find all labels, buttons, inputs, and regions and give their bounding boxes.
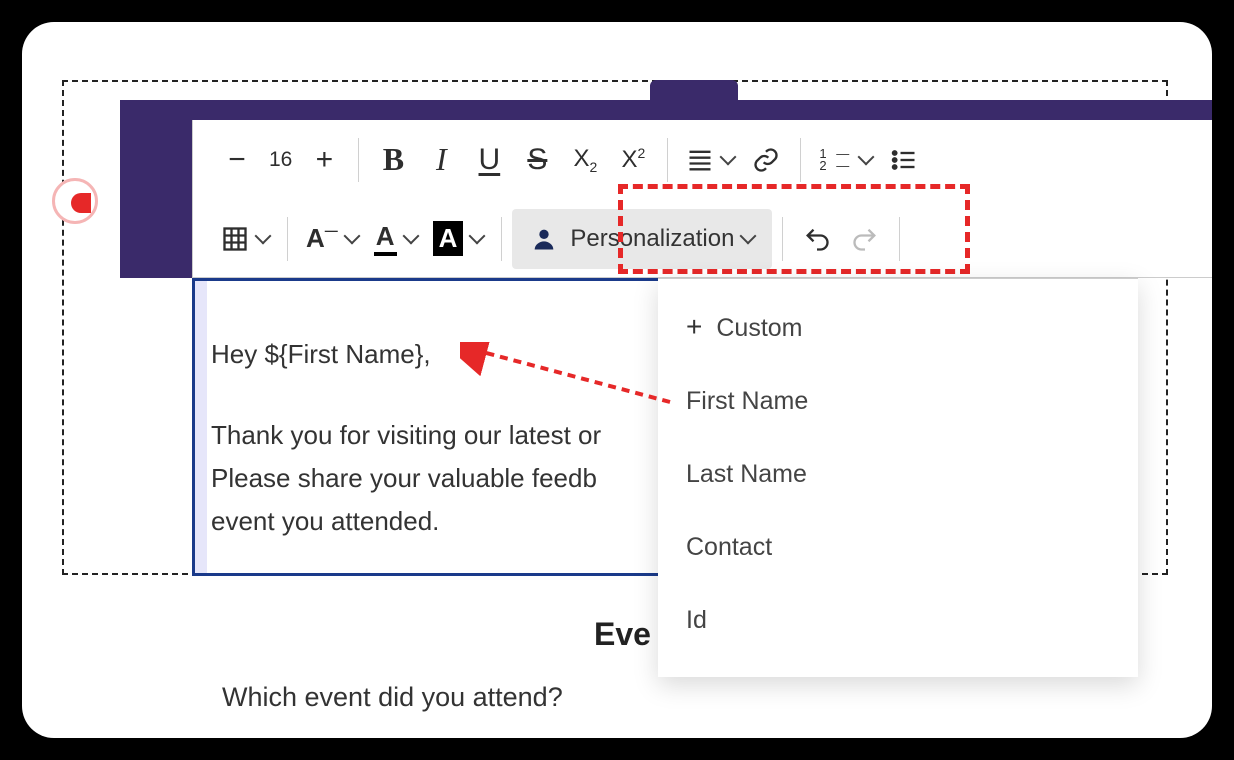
superscript-button[interactable]: X2 — [609, 134, 657, 186]
text-editor[interactable]: Hey ${First Name}, Thank you for visitin… — [192, 278, 670, 576]
toolbar-divider — [899, 217, 900, 261]
header-bar — [120, 100, 1212, 120]
editor-line: Hey ${First Name}, — [211, 333, 657, 376]
dropdown-item-first-name[interactable]: First Name — [658, 365, 1138, 438]
undo-icon — [803, 225, 831, 253]
personalization-label: Personalization — [570, 225, 734, 253]
link-button[interactable] — [742, 134, 790, 186]
strikethrough-button[interactable]: S — [513, 134, 561, 186]
editor-toolbar: − 16 + B I U S X2 X2 1 —2 — — [192, 120, 1212, 278]
underline-button[interactable]: U — [465, 134, 513, 186]
align-button[interactable] — [678, 134, 742, 186]
font-size-value[interactable]: 16 — [261, 134, 300, 186]
toolbar-divider — [782, 217, 783, 261]
toolbar-divider — [287, 217, 288, 261]
bg-color-button[interactable]: A — [425, 213, 492, 265]
tab-handle[interactable] — [650, 80, 738, 100]
question-text: Which event did you attend? — [222, 682, 563, 713]
editor-content[interactable]: Hey ${First Name}, Thank you for visitin… — [211, 333, 657, 543]
font-size-increase[interactable]: + — [300, 134, 348, 186]
personalization-dropdown: Custom First Name Last Name Contact Id — [658, 278, 1138, 677]
toolbar-row-2: A— A A Personalization — [193, 199, 1212, 278]
italic-button[interactable]: I — [417, 134, 465, 186]
ordered-list-icon: 1 —2 — — [819, 148, 852, 172]
toolbar-row-1: − 16 + B I U S X2 X2 1 —2 — — [193, 120, 1212, 199]
align-lines-icon — [686, 146, 714, 174]
personalization-button[interactable]: Personalization — [512, 209, 772, 269]
chevron-down-icon — [255, 227, 272, 244]
dropdown-item-custom[interactable]: Custom — [658, 289, 1138, 365]
chevron-down-icon — [469, 227, 486, 244]
recording-indicator — [52, 178, 98, 224]
editor-line: Please share your valuable feedb — [211, 457, 657, 500]
table-icon — [221, 225, 249, 253]
editor-line: event you attended. — [211, 500, 657, 543]
undo-button[interactable] — [793, 213, 841, 265]
section-heading: Eve — [594, 616, 651, 653]
dropdown-item-contact[interactable]: Contact — [658, 511, 1138, 584]
table-button[interactable] — [213, 213, 277, 265]
font-style-button[interactable]: A— — [298, 213, 366, 265]
chevron-down-icon — [858, 148, 875, 165]
link-icon — [752, 146, 780, 174]
toolbar-divider — [800, 138, 801, 182]
chevron-down-icon — [402, 227, 419, 244]
chevron-down-icon — [740, 227, 757, 244]
chevron-down-icon — [343, 227, 360, 244]
bullet-list-icon — [890, 146, 918, 174]
person-icon — [530, 225, 558, 253]
ordered-list-button[interactable]: 1 —2 — — [811, 134, 880, 186]
chevron-down-icon — [720, 148, 737, 165]
toolbar-divider — [501, 217, 502, 261]
redo-icon — [851, 225, 879, 253]
bg-color-icon: A — [433, 221, 464, 256]
editor-line: Thank you for visiting our latest or — [211, 414, 657, 457]
toolbar-divider — [358, 138, 359, 182]
font-size-decrease[interactable]: − — [213, 134, 261, 186]
subscript-button[interactable]: X2 — [561, 134, 609, 186]
dropdown-item-id[interactable]: Id — [658, 584, 1138, 657]
dropdown-item-last-name[interactable]: Last Name — [658, 438, 1138, 511]
text-color-icon: A — [374, 221, 397, 256]
toolbar-divider — [667, 138, 668, 182]
side-bar — [120, 100, 192, 278]
bold-button[interactable]: B — [369, 134, 417, 186]
app-frame: − 16 + B I U S X2 X2 1 —2 — — [22, 22, 1212, 738]
bullet-list-button[interactable] — [880, 134, 928, 186]
text-color-button[interactable]: A — [366, 213, 425, 265]
redo-button[interactable] — [841, 213, 889, 265]
